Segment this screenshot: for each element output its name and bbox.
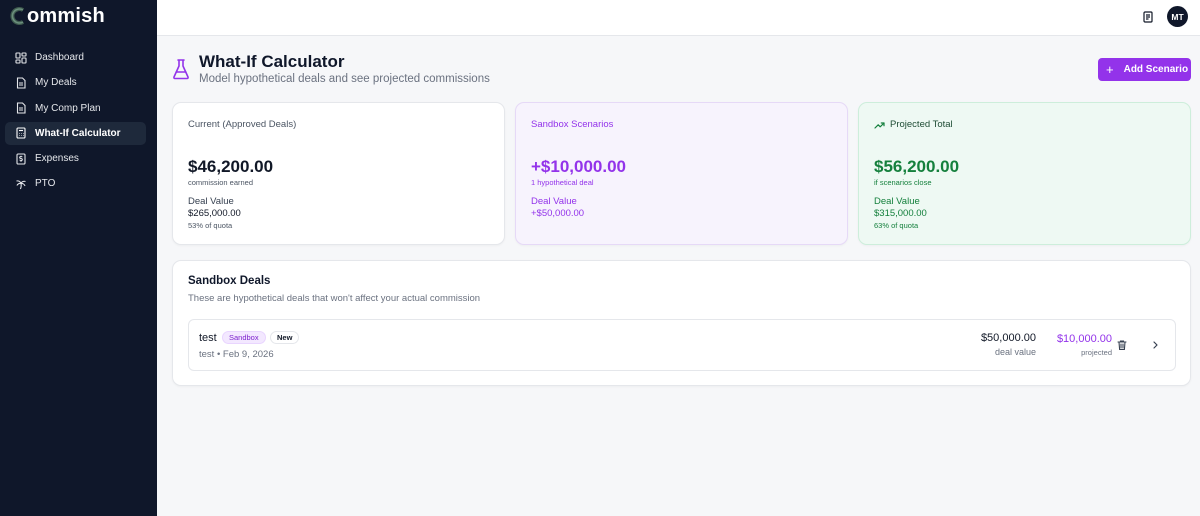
sidebar-item-label: My Deals [35, 77, 77, 89]
projected-total-card: Projected Total $56,200.00 if scenarios … [858, 102, 1191, 245]
quota-percent: 63% of quota [874, 221, 919, 230]
sidebar-item-label: What-If Calculator [35, 127, 121, 139]
sidebar-item-label: Dashboard [35, 52, 84, 63]
commission-amount: $46,200.00 [188, 157, 274, 176]
app-logo[interactable]: ommish [10, 4, 105, 28]
sandbox-scenarios-card: Sandbox Scenarios +$10,000.00 1 hypothet… [515, 102, 848, 245]
dollar-document-icon [15, 153, 27, 165]
logo-mark-icon [10, 7, 25, 25]
sidebar-item-label: My Comp Plan [35, 102, 101, 114]
page-subtitle: Model hypothetical deals and see project… [199, 73, 490, 85]
amount-caption: commission earned [188, 178, 254, 187]
deal-value: $315,000.00 [874, 208, 927, 219]
sidebar-item-dashboard[interactable]: Dashboard [5, 46, 146, 69]
calculator-icon [15, 127, 27, 139]
amount-caption: if scenarios close [874, 178, 932, 187]
add-scenario-button[interactable]: + Add Scenario [1098, 58, 1191, 81]
document-icon[interactable] [1140, 9, 1156, 25]
deal-value: $265,000.00 [188, 208, 241, 219]
section-title: Sandbox Deals [188, 275, 271, 287]
add-scenario-label: Add Scenario [1123, 64, 1189, 75]
document-icon [15, 102, 27, 114]
app-name: ommish [27, 4, 105, 27]
plus-icon: + [1106, 62, 1114, 77]
document-icon [15, 77, 27, 89]
sidebar-item-pto[interactable]: PTO [5, 172, 146, 195]
amount-caption: 1 hypothetical deal [531, 178, 594, 187]
card-label-row: Projected Total [874, 119, 953, 130]
deal-value-label: Deal Value [531, 196, 577, 207]
trash-icon[interactable] [1116, 339, 1128, 351]
sandbox-deals-panel: Sandbox Deals These are hypothetical dea… [172, 260, 1191, 386]
projected-commission: $10,000.00 [1056, 333, 1112, 345]
deal-meta: test • Feb 9, 2026 [199, 349, 274, 360]
card-label: Sandbox Scenarios [531, 119, 614, 130]
top-bar: MT [157, 0, 1200, 36]
palm-tree-icon [15, 178, 27, 190]
page-title: What-If Calculator [199, 52, 345, 71]
sidebar-item-my-comp-plan[interactable]: My Comp Plan [5, 97, 146, 120]
deal-row[interactable]: test Sandbox New test • Feb 9, 2026 $50,… [188, 319, 1176, 371]
current-approved-card: Current (Approved Deals) $46,200.00 comm… [172, 102, 505, 245]
deal-value: +$50,000.00 [531, 208, 585, 219]
sidebar-nav: Dashboard My Deals My Comp Plan What-If … [5, 46, 146, 198]
deal-value-label: Deal Value [188, 196, 234, 207]
deal-name: test [199, 332, 217, 344]
projected-label: projected [1081, 348, 1112, 357]
sidebar-item-label: PTO [35, 178, 56, 190]
card-label: Current (Approved Deals) [188, 119, 297, 130]
quota-percent: 53% of quota [188, 221, 233, 230]
dashboard-icon [15, 51, 27, 64]
commission-amount: $56,200.00 [874, 157, 960, 176]
sidebar: ommish Dashboard My Deals My Comp Plan W… [0, 0, 157, 516]
status-badge: New [270, 331, 300, 344]
flask-icon [173, 59, 189, 80]
sidebar-item-label: Expenses [35, 153, 79, 165]
avatar[interactable]: MT [1167, 6, 1188, 27]
section-subtitle: These are hypothetical deals that won't … [188, 293, 481, 304]
sidebar-item-my-deals[interactable]: My Deals [5, 71, 146, 94]
sidebar-item-expenses[interactable]: Expenses [5, 147, 146, 170]
card-label: Projected Total [890, 119, 953, 130]
deal-value: $50,000.00 [980, 332, 1036, 344]
sandbox-badge: Sandbox [222, 331, 266, 344]
chevron-right-icon[interactable] [1150, 340, 1160, 350]
deal-value-label: Deal Value [874, 196, 920, 207]
trending-up-icon [874, 121, 885, 129]
sidebar-item-what-if-calculator[interactable]: What-If Calculator [5, 121, 146, 145]
commission-amount: +$10,000.00 [531, 157, 627, 176]
deal-value-label: deal value [994, 347, 1036, 357]
